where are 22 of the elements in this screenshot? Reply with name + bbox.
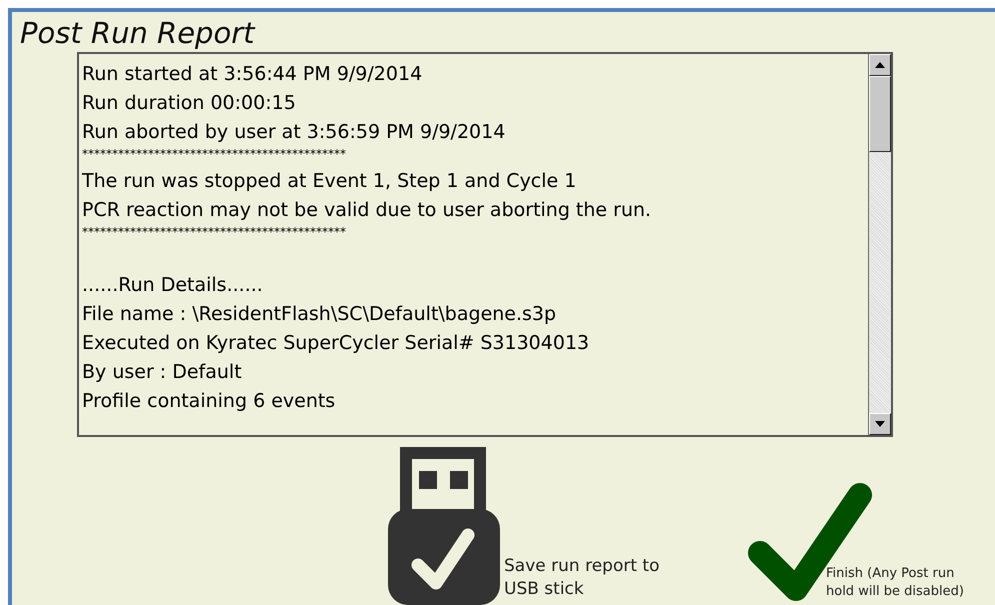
report-line: Executed on Kyratec SuperCycler Serial# S31304013 (82, 331, 590, 356)
up-arrow-icon (875, 62, 885, 68)
scrollbar[interactable] (868, 54, 891, 435)
finish-label[interactable]: Finish (Any Post run hold will be disabled) (826, 565, 986, 601)
report-line: Profile containing 6 events (82, 389, 336, 414)
report-line: File name : \ResidentFlash\SC\Default\bagene.s3p (82, 302, 556, 327)
report-line: Run duration 00:00:15 (82, 91, 296, 116)
report-line: The run was stopped at Event 1, Step 1 and Cycle 1 (82, 169, 576, 194)
separator-line-text: ******************************************** (82, 147, 346, 161)
report-line: PCR reaction may not be valid due to user aborting the run. (82, 198, 652, 223)
window-title: Post Run Report (20, 18, 254, 48)
scroll-down-button[interactable] (869, 413, 891, 435)
separator-line-text: ******************************************** (82, 225, 346, 239)
down-arrow-icon (875, 421, 885, 427)
report-line: Run aborted by user at 3:56:59 PM 9/9/2014 (82, 120, 506, 145)
save-report-label[interactable]: Save run report to USB stick (504, 555, 684, 601)
scroll-thumb[interactable] (869, 76, 891, 152)
report-line: ......Run Details...... (82, 273, 263, 298)
usb-stick-icon[interactable] (388, 447, 500, 605)
scroll-up-button[interactable] (869, 54, 891, 76)
report-line: Run started at 3:56:44 PM 9/9/2014 (82, 62, 422, 87)
report-line: By user : Default (82, 360, 242, 385)
